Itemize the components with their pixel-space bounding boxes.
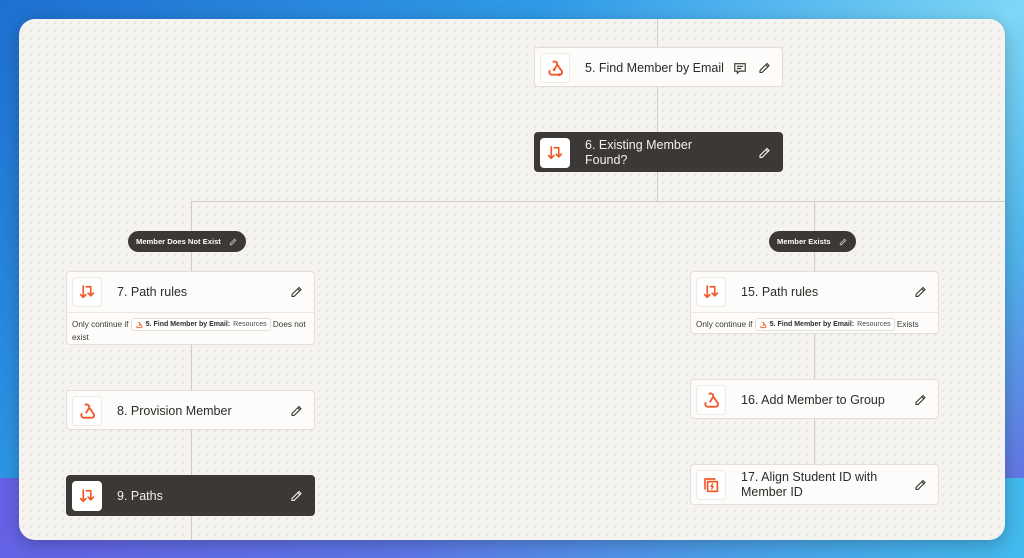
webhook-icon (540, 53, 570, 83)
field-reference-chip: 5. Find Member by Email: Resources (130, 318, 271, 332)
connector (191, 430, 192, 475)
connector (814, 334, 815, 379)
connector (191, 516, 192, 540)
path-rule-condition: Only continue if 5. Find Member by Email… (691, 312, 938, 336)
step-card-add-member-to-group[interactable]: 16. Add Member to Group (690, 379, 939, 419)
step-title: 5. Find Member by Email (585, 60, 724, 75)
edit-pencil-icon[interactable] (839, 237, 848, 246)
rule-condition: Exists (896, 320, 919, 329)
edit-pencil-icon[interactable] (757, 146, 772, 161)
connector (814, 252, 815, 271)
edit-pencil-icon[interactable] (289, 489, 304, 504)
paths-icon (540, 138, 570, 168)
chip-step-ref: 5. Find Member by Email: (145, 321, 231, 329)
connector (657, 19, 658, 47)
paths-icon (72, 481, 102, 511)
edit-pencil-icon[interactable] (289, 404, 304, 419)
step-card-align-student-id[interactable]: 17. Align Student ID with Member ID (690, 464, 939, 505)
connector (814, 419, 815, 464)
edit-pencil-icon[interactable] (229, 237, 238, 246)
chip-step-ref: 5. Find Member by Email: (769, 321, 855, 329)
edit-pencil-icon[interactable] (913, 478, 928, 493)
step-title: 16. Add Member to Group (741, 392, 885, 407)
paths-icon (696, 277, 726, 307)
branch-label-text: Member Exists (777, 237, 831, 246)
formatter-icon (696, 470, 726, 500)
edit-pencil-icon[interactable] (757, 61, 772, 76)
connector (191, 345, 192, 390)
step-title: 17. Align Student ID with Member ID (741, 470, 878, 499)
edit-pencil-icon[interactable] (913, 393, 928, 408)
step-card-path-rules-7[interactable]: 7. Path rules Only continue if 5. Find M… (66, 271, 315, 345)
connector (657, 172, 658, 201)
step-title: 6. Existing Member Found? (585, 138, 692, 167)
webhook-icon (135, 321, 143, 328)
rule-prefix: Only continue if (696, 320, 753, 329)
field-reference-chip: 5. Find Member by Email: Resources (754, 318, 895, 332)
step-title: 9. Paths (117, 488, 163, 503)
paths-icon (72, 277, 102, 307)
edit-pencil-icon[interactable] (913, 285, 928, 300)
webhook-icon (72, 396, 102, 426)
webhook-icon (696, 385, 726, 415)
edit-pencil-icon[interactable] (289, 285, 304, 300)
path-rule-condition: Only continue if 5. Find Member by Email… (67, 312, 314, 349)
connector (191, 201, 192, 231)
connector (814, 201, 815, 231)
branch-label-text: Member Does Not Exist (136, 237, 221, 246)
branch-label-member-does-not-exist[interactable]: Member Does Not Exist (128, 231, 246, 252)
step-title: 7. Path rules (117, 284, 188, 299)
branch-label-member-exists[interactable]: Member Exists (769, 231, 856, 252)
chip-field: Resources (857, 321, 891, 329)
webhook-icon (759, 321, 767, 328)
step-card-paths-9[interactable]: 9. Paths (66, 475, 315, 516)
step-title: 15. Path rules (741, 284, 819, 299)
workflow-canvas[interactable]: 5. Find Member by Email 6. Existing Memb… (19, 19, 1005, 540)
rule-prefix: Only continue if (72, 320, 129, 329)
step-card-provision-member[interactable]: 8. Provision Member (66, 390, 315, 430)
comment-icon[interactable] (732, 61, 747, 76)
connector (191, 252, 192, 271)
connector (657, 87, 658, 132)
chip-field: Resources (233, 321, 267, 329)
step-card-existing-member[interactable]: 6. Existing Member Found? (534, 132, 783, 172)
step-card-find-member[interactable]: 5. Find Member by Email (534, 47, 783, 87)
step-title: 8. Provision Member (117, 403, 232, 418)
branch-connector (191, 201, 1005, 202)
step-card-path-rules-15[interactable]: 15. Path rules Only continue if 5. Find … (690, 271, 939, 334)
